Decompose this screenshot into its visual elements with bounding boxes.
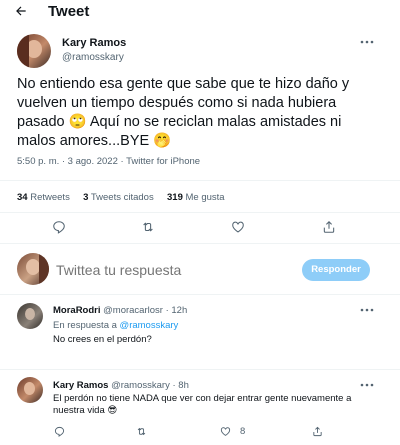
back-arrow-icon[interactable] (14, 4, 28, 18)
share-icon[interactable] (322, 220, 336, 234)
reply-author-name[interactable]: Kary Ramos (53, 380, 108, 391)
divider (0, 180, 400, 181)
tweet-stats: 34 Retweets 3 Tweets citados 319 Me gust… (17, 192, 225, 203)
reply-input[interactable] (56, 259, 276, 281)
reply-avatar[interactable] (17, 303, 43, 329)
author-name[interactable]: Kary Ramos (62, 37, 126, 49)
author-handle[interactable]: @ramosskary (62, 52, 124, 63)
reply-time[interactable]: 12h (171, 305, 187, 316)
in-reply-to-handle[interactable]: @ramosskary (120, 320, 179, 331)
divider (0, 243, 400, 244)
reply-header: Kary Ramos @ramosskary · 8h (53, 380, 189, 391)
quotes-stat[interactable]: 3 Tweets citados (83, 192, 154, 203)
tweet-timestamp[interactable]: 5:50 p. m. · 3 ago. 2022 · Twitter for i… (17, 156, 200, 167)
more-options-icon[interactable] (360, 308, 374, 312)
in-reply-to: En respuesta a @ramosskary (53, 320, 179, 331)
tweet-text: No entiendo esa gente que sabe que te hi… (17, 76, 350, 149)
reply-text: No crees en el perdón? (53, 334, 152, 345)
retweet-icon[interactable] (141, 220, 155, 234)
like-icon[interactable] (220, 426, 231, 437)
reply-author-name[interactable]: MoraRodri (53, 305, 101, 316)
reply-avatar[interactable] (17, 377, 43, 403)
divider (0, 294, 400, 295)
reply-author-handle[interactable]: @moracarlosr (103, 305, 163, 316)
more-options-icon[interactable] (360, 40, 374, 44)
page-title: Tweet (48, 3, 90, 20)
reply-time[interactable]: 8h (178, 380, 189, 391)
like-count: 8 (240, 426, 246, 437)
like-icon[interactable] (231, 220, 245, 234)
more-options-icon[interactable] (360, 383, 374, 387)
reply-button[interactable]: Responder (302, 259, 370, 281)
composer-avatar[interactable] (17, 253, 49, 285)
reply-icon[interactable] (54, 426, 65, 437)
reply-icon[interactable] (52, 220, 66, 234)
divider (0, 212, 400, 213)
retweets-stat[interactable]: 34 Retweets (17, 192, 70, 203)
divider (0, 369, 400, 370)
header: Tweet (0, 0, 400, 26)
retweet-icon[interactable] (136, 426, 147, 437)
reply-text: El perdón no tiene NADA que ver con deja… (53, 393, 352, 416)
avatar[interactable] (17, 34, 51, 68)
reply-author-handle[interactable]: @ramosskary (111, 380, 170, 391)
reply-header: MoraRodri @moracarlosr · 12h (53, 305, 188, 316)
share-icon[interactable] (312, 426, 323, 437)
likes-stat[interactable]: 319 Me gusta (167, 192, 225, 203)
